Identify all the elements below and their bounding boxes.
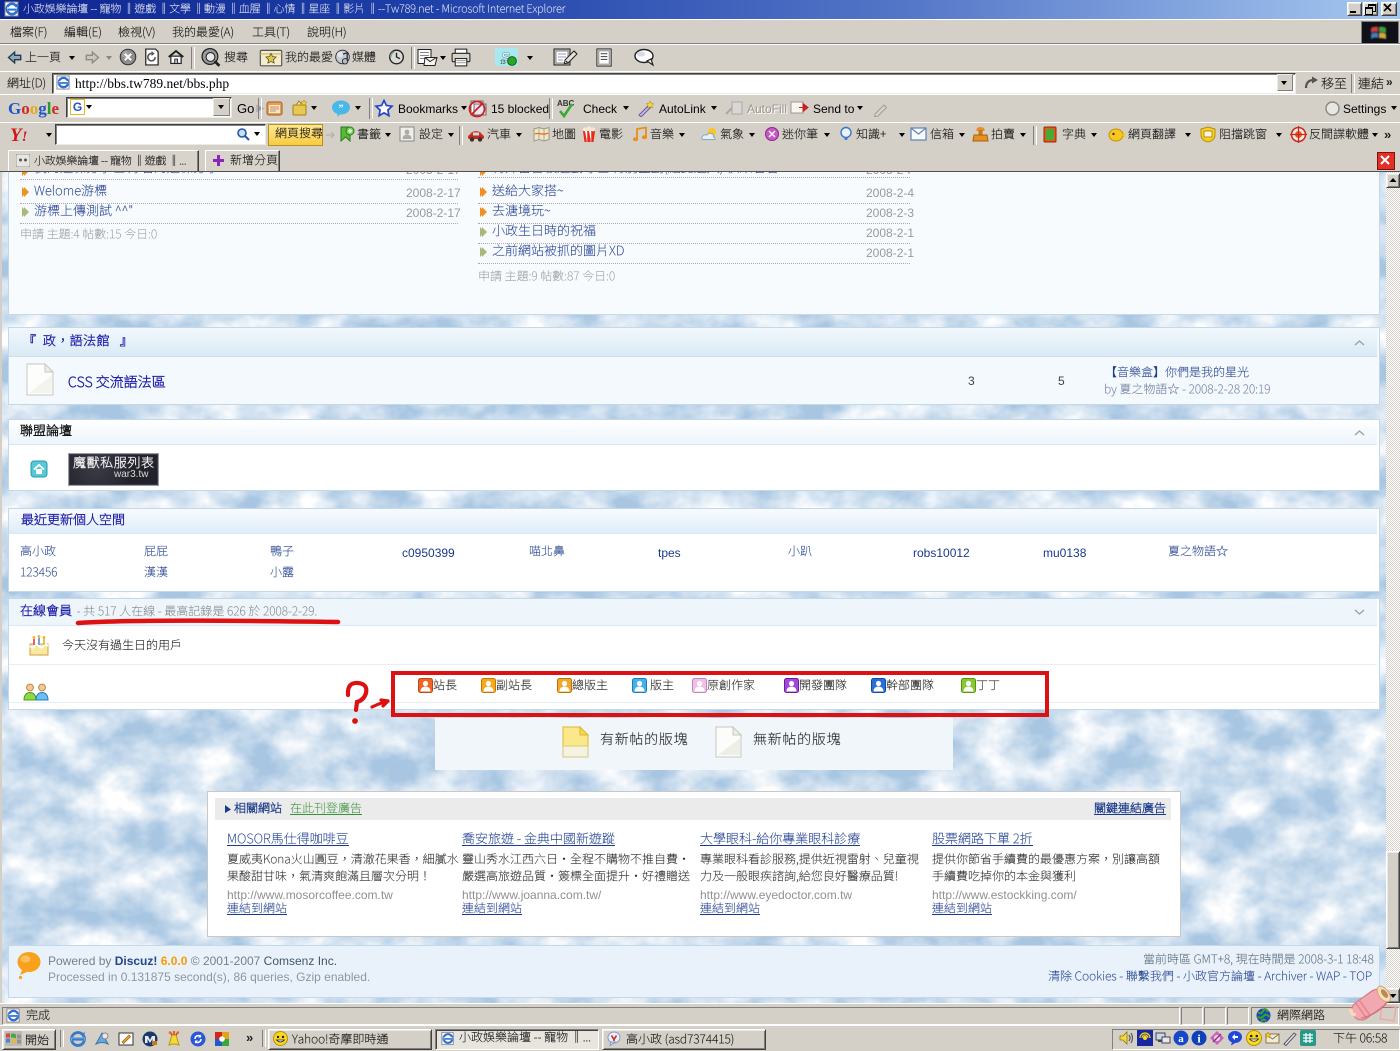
- svg-text:”: ”: [339, 104, 344, 115]
- svg-text:a: a: [1178, 1033, 1184, 1045]
- svg-text:13: 13: [500, 60, 506, 66]
- svg-text:ABC: ABC: [557, 99, 575, 108]
